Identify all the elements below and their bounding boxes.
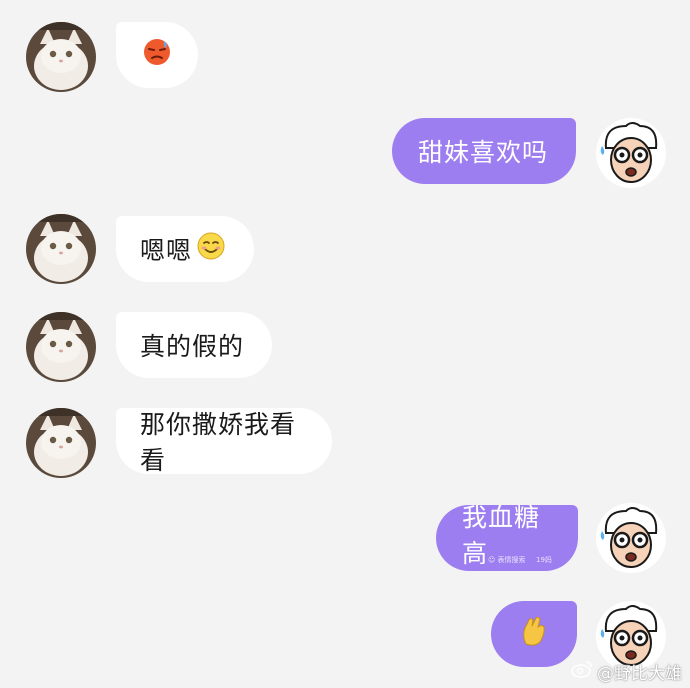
old-man-avatar[interactable] [596, 503, 666, 573]
cat-avatar[interactable] [26, 408, 96, 478]
message-bubble-incoming[interactable]: 嗯嗯 [116, 216, 254, 282]
cat-avatar[interactable] [26, 312, 96, 382]
chat-view: 甜妹喜欢吗 嗯嗯 真的假的 那你撒娇我看看 我血糖高 ☺ 表情搜索 19妈 @野… [0, 0, 690, 688]
message-bubble-outgoing[interactable]: 甜妹喜欢吗 [392, 118, 576, 184]
watermark: @野比大雄 [571, 659, 682, 684]
message-bubble-outgoing[interactable] [491, 601, 577, 667]
cat-avatar[interactable] [26, 214, 96, 284]
smiling-face-emoji [196, 231, 226, 267]
count-caption: 19妈 [536, 556, 552, 564]
message-bubble-incoming[interactable]: 那你撒娇我看看 [116, 408, 332, 475]
old-man-avatar[interactable] [596, 118, 666, 188]
message-bubble-incoming[interactable]: 真的假的 [116, 312, 272, 378]
cat-avatar[interactable] [26, 22, 96, 92]
search-caption: ☺ 表情搜索 [488, 556, 526, 564]
message-text: 甜妹喜欢吗 [418, 138, 549, 167]
pinching-hand-emoji [520, 614, 548, 654]
watermark-text: @野比大雄 [597, 664, 682, 684]
message-bubble-incoming[interactable] [116, 22, 198, 88]
sweating-angry-face-emoji [142, 37, 172, 73]
message-text: 真的假的 [140, 332, 245, 361]
message-bubble-outgoing[interactable]: 我血糖高 ☺ 表情搜索 19妈 [436, 503, 578, 571]
message-text: 那你撒娇我看看 [140, 410, 297, 475]
message-text: 嗯嗯 [140, 236, 193, 265]
weibo-icon [571, 660, 593, 683]
